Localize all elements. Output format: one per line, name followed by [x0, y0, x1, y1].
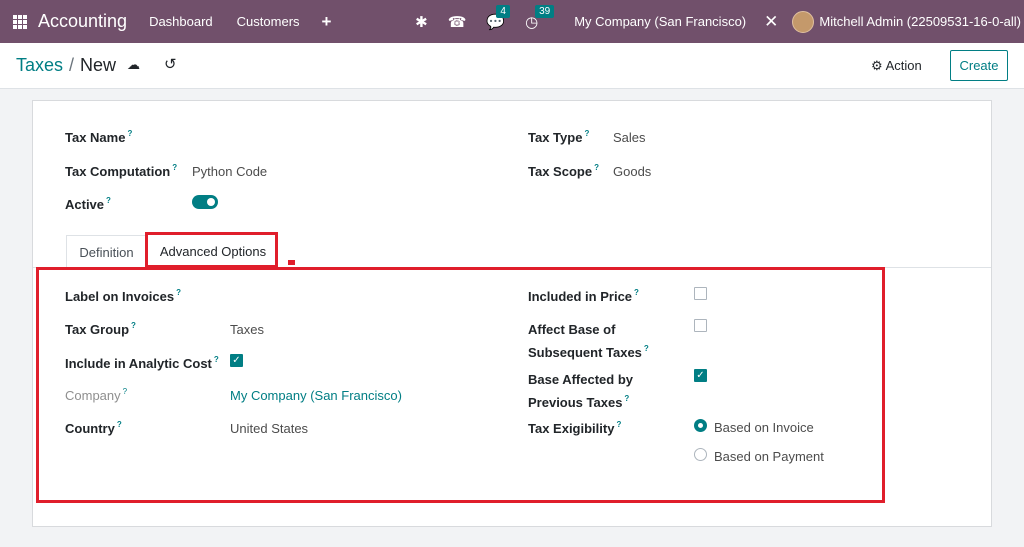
apps-menu-icon[interactable]	[13, 14, 27, 29]
active-toggle[interactable]	[192, 195, 218, 209]
messages-icon[interactable]: 💬 4	[486, 4, 510, 31]
tools-icon[interactable]: ✕	[764, 12, 778, 32]
user-menu[interactable]: Mitchell Admin (22509531-16-0-all)	[819, 14, 1021, 29]
advanced-options-highlight-box	[36, 267, 885, 503]
app-title[interactable]: Accounting	[38, 11, 127, 32]
tax-name-label: Tax Name?	[65, 129, 133, 145]
tab-highlight-box	[145, 232, 278, 268]
breadcrumb-taxes[interactable]: Taxes	[16, 55, 63, 75]
activities-badge: 39	[535, 4, 555, 18]
cloud-save-icon[interactable]: ☁	[127, 57, 140, 73]
messages-badge: 4	[496, 4, 510, 18]
discard-undo-icon[interactable]: ↺	[164, 55, 177, 73]
active-label: Active?	[65, 196, 111, 212]
breadcrumb-current: New	[80, 55, 117, 75]
user-avatar[interactable]	[792, 10, 815, 33]
phone-icon[interactable]: ☎	[448, 13, 467, 31]
plus-icon[interactable]: +	[322, 12, 332, 32]
company-switcher[interactable]: My Company (San Francisco)	[574, 14, 746, 29]
gear-icon: ⚙	[871, 58, 883, 73]
control-panel: Taxes / New ☁ ↺ ⚙ Action Create	[0, 43, 1024, 89]
top-navbar: Accounting Dashboard Customers + ✱ ☎ 💬 4 …	[0, 0, 1024, 43]
tab-definition[interactable]: Definition	[66, 235, 147, 268]
action-button[interactable]: ⚙ Action	[871, 58, 922, 74]
nav-customers[interactable]: Customers	[237, 14, 300, 29]
form-sheet: Tax Name? Tax Computation? Python Code A…	[32, 100, 992, 527]
tax-computation-label: Tax Computation?	[65, 163, 178, 179]
action-label: Action	[885, 58, 922, 73]
breadcrumb: Taxes / New	[16, 55, 116, 76]
systray: ✱ ☎ 💬 4 ◷ 39 My Company (San Francisco) ✕ …	[415, 0, 1024, 43]
tax-type-field[interactable]: Sales	[613, 130, 646, 145]
bug-icon[interactable]: ✱	[415, 13, 428, 31]
nav-dashboard[interactable]: Dashboard	[149, 14, 213, 29]
breadcrumb-separator: /	[69, 55, 75, 75]
highlight-marker	[288, 260, 295, 265]
tax-computation-field[interactable]: Python Code	[192, 164, 267, 179]
tax-scope-label: Tax Scope?	[528, 163, 599, 179]
tax-scope-field[interactable]: Goods	[613, 164, 651, 179]
tax-type-label: Tax Type?	[528, 129, 590, 145]
create-button[interactable]: Create	[950, 50, 1008, 81]
activities-clock-icon[interactable]: ◷ 39	[525, 4, 555, 31]
